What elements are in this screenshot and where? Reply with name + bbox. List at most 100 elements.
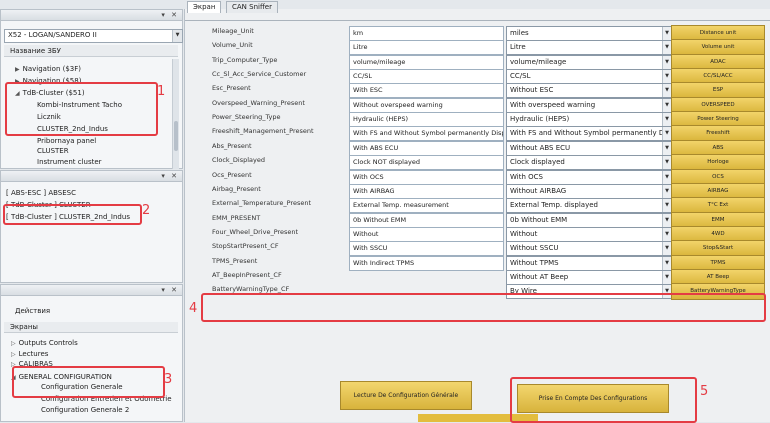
param-select-value: With overspeed warning [510, 101, 596, 109]
param-current-value: With AIRBAG [349, 184, 504, 199]
chevron-down-icon[interactable]: ▼ [662, 214, 671, 227]
param-label: Cc_Sl_Acc_Service_Customer [212, 70, 307, 78]
chevron-down-icon[interactable]: ▼ [662, 56, 671, 69]
screen-item[interactable]: Configuration Generale 2 [41, 406, 129, 414]
tree-item-label: Pribornaya panel [37, 137, 97, 145]
screen-item-label: Outputs Controls [18, 339, 78, 347]
ecu-list-header: Название ЗБУ [4, 45, 178, 57]
param-select-value: Hydraulic (HEPS) [510, 115, 570, 123]
scroll-thumb[interactable] [174, 121, 178, 151]
param-select[interactable]: Without AIRBAG ▼ [506, 184, 672, 199]
highlight-tpms-row [201, 293, 766, 322]
param-select[interactable]: Without ESC ▼ [506, 83, 672, 98]
param-select[interactable]: Litre ▼ [506, 40, 672, 55]
ecu-select-value: X52 - LOGAN/SANDERO II [8, 31, 97, 39]
param-select-value: Without ESC [510, 86, 554, 94]
param-select[interactable]: Without TPMS ▼ [506, 256, 672, 271]
chevron-down-icon[interactable]: ▼ [662, 257, 671, 270]
param-select[interactable]: With OCS ▼ [506, 170, 672, 185]
chevron-down-icon[interactable]: ▼ [662, 70, 671, 83]
param-current-value: External Temp. measurement [349, 198, 504, 213]
param-select[interactable]: Without ▼ [506, 227, 672, 242]
param-select-value: With FS and Without Symbol permanently D… [510, 129, 670, 137]
chevron-down-icon[interactable]: ▼ [662, 171, 671, 184]
param-label: Trip_Computer_Type [212, 56, 278, 64]
ecu-select[interactable]: X52 - LOGAN/SANDERO II ▼ [4, 29, 183, 43]
chevron-down-icon[interactable]: ▼ [662, 185, 671, 198]
chevron-down-icon[interactable]: ▼ [662, 113, 671, 126]
param-current-value: Without overspeed warning [349, 98, 504, 113]
chevron-down-icon[interactable]: ▼ [662, 41, 671, 54]
param-label: Freeshift_Management_Present [212, 127, 314, 135]
param-select[interactable]: volume/mileage ▼ [506, 55, 672, 70]
param-select[interactable]: With FS and Without Symbol permanently D… [506, 126, 672, 141]
actions-titlebar: ▾ ✕ [1, 285, 182, 296]
param-current-value: Clock NOT displayed [349, 155, 504, 170]
param-current-value: With Indirect TPMS [349, 256, 504, 271]
expand-arrow-icon[interactable]: ▷ [11, 351, 16, 358]
screen-item[interactable]: ▷ Lectures [11, 350, 48, 358]
screen-item-label: Configuration Generale 2 [41, 406, 130, 414]
panel-buttons[interactable]: ▾ ✕ [161, 172, 179, 180]
param-select[interactable]: miles ▼ [506, 26, 672, 41]
param-select[interactable]: Without ABS ECU ▼ [506, 141, 672, 156]
param-select[interactable]: CC/SL ▼ [506, 69, 672, 84]
param-select[interactable]: External Temp. displayed ▼ [506, 198, 672, 213]
param-current-value: Litre [349, 40, 504, 55]
param-select[interactable]: Without AT Beep ▼ [506, 270, 672, 285]
param-select-value: miles [510, 29, 529, 37]
tree-item[interactable]: ▶ Navigation ($3F) [15, 65, 81, 73]
panel-buttons[interactable]: ▾ ✕ [161, 11, 179, 19]
param-label: Ocs_Present [212, 171, 252, 179]
param-label: Power_Steering_Type [212, 113, 281, 121]
param-select[interactable]: With overspeed warning ▼ [506, 98, 672, 113]
screen-item[interactable]: ▷ Outputs Controls [11, 339, 78, 347]
param-current-value: km [349, 26, 504, 41]
tree-item-label: CLUSTER [37, 147, 69, 155]
param-label: Abs_Present [212, 142, 252, 150]
param-label: BatteryWarningType_CF [212, 285, 290, 293]
tree-item[interactable]: Instrument cluster [37, 158, 102, 166]
chevron-down-icon[interactable]: ▼ [662, 228, 671, 241]
tree-item-label: Instrument cluster [37, 158, 102, 166]
actions-title: Действия [15, 307, 51, 315]
selected-ecus-panel: ▾ ✕ [ ABS-ESC ] ABSESC[ TdB-Cluster ] CL… [0, 170, 183, 283]
param-current-value: Without [349, 227, 504, 242]
read-configuration-button[interactable]: Lecture De Configuration Générale [340, 381, 472, 410]
expand-arrow-icon[interactable]: ▷ [11, 340, 16, 347]
param-current-value: 0b Without EMM [349, 213, 504, 228]
chevron-down-icon[interactable]: ▼ [662, 242, 671, 255]
chevron-down-icon[interactable]: ▼ [662, 99, 671, 112]
tree-item[interactable]: CLUSTER [37, 147, 69, 155]
chevron-down-icon[interactable]: ▼ [662, 127, 671, 140]
tab-screen[interactable]: Экран [187, 1, 222, 13]
screens-header: Экраны [4, 322, 178, 333]
tab-can-sniffer[interactable]: CAN Sniffer [226, 1, 278, 13]
chevron-down-icon[interactable]: ▼ [662, 156, 671, 169]
chevron-down-icon[interactable]: ▼ [662, 199, 671, 212]
chevron-down-icon[interactable]: ▼ [662, 27, 671, 40]
chevron-down-icon[interactable]: ▼ [172, 30, 182, 42]
param-select-value: Clock displayed [510, 158, 565, 166]
tab-underline [185, 20, 770, 21]
chevron-down-icon[interactable]: ▼ [662, 84, 671, 97]
chevron-down-icon[interactable]: ▼ [662, 271, 671, 284]
param-select-value: Without AIRBAG [510, 187, 567, 195]
ecu-list-header-label: Название ЗБУ [10, 47, 61, 55]
param-label: Clock_Displayed [212, 156, 265, 164]
param-select[interactable]: 0b Without EMM ▼ [506, 213, 672, 228]
highlight-cluster-tree [5, 82, 158, 136]
param-select[interactable]: Without SSCU ▼ [506, 241, 672, 256]
ecu-tree-scrollbar[interactable] [172, 59, 179, 169]
param-label: AT_BeepInPresent_CF [212, 271, 282, 279]
param-current-value: Hydraulic (HEPS) [349, 112, 504, 127]
chevron-down-icon[interactable]: ▼ [662, 142, 671, 155]
panel-buttons[interactable]: ▾ ✕ [161, 286, 179, 294]
tree-item[interactable]: Pribornaya panel [37, 137, 96, 145]
expand-arrow-icon[interactable]: ▶ [15, 66, 20, 73]
marker-5: 5 [700, 384, 709, 399]
selected-ecu-item[interactable]: [ ABS-ESC ] ABSESC [6, 189, 76, 197]
param-select[interactable]: Hydraulic (HEPS) ▼ [506, 112, 672, 127]
param-select[interactable]: Clock displayed ▼ [506, 155, 672, 170]
param-current-value: With ABS ECU [349, 141, 504, 156]
